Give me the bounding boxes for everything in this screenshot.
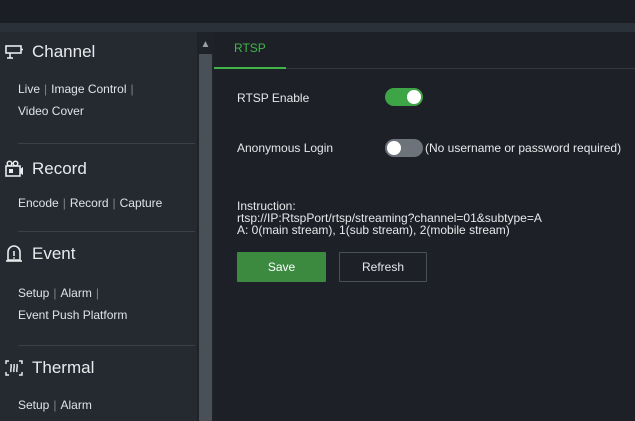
separator: |: [53, 398, 57, 412]
camera-icon: [4, 42, 28, 62]
channel-links: Live | Image Control | Video Cover: [18, 78, 194, 122]
channel-header[interactable]: Channel: [4, 38, 95, 66]
event-header[interactable]: Event: [4, 240, 75, 268]
alarm-icon: [4, 244, 28, 264]
link-setup[interactable]: Setup: [18, 398, 49, 412]
link-live[interactable]: Live: [18, 82, 40, 96]
separator: |: [44, 82, 48, 96]
separator: |: [95, 286, 99, 300]
separator: |: [62, 196, 66, 210]
separator: |: [130, 82, 134, 96]
record-title: Record: [32, 159, 87, 178]
main-panel: RTSP RTSP Enable Anonymous Login (No use…: [214, 32, 635, 421]
anonymous-login-label: Anonymous Login: [237, 141, 334, 155]
divider: [18, 345, 195, 346]
link-video-cover[interactable]: Video Cover: [18, 104, 84, 118]
sidebar: Channel Live | Image Control | Video Cover …: [0, 32, 197, 421]
link-alarm[interactable]: Alarm: [60, 398, 91, 412]
separator: |: [112, 196, 116, 210]
sidebar-scrollbar[interactable]: ▲: [197, 32, 214, 421]
top-strip: [0, 23, 635, 32]
link-setup[interactable]: Setup: [18, 286, 49, 300]
thermal-icon: [4, 358, 28, 378]
anonymous-login-note: (No username or password required): [425, 141, 622, 155]
thermal-links: Setup | Alarm: [18, 394, 194, 416]
link-capture[interactable]: Capture: [120, 196, 163, 210]
divider: [18, 231, 195, 232]
scroll-thumb[interactable]: [199, 54, 212, 421]
top-bar: [0, 0, 635, 23]
instruction-streams: A: 0(main stream), 1(sub stream), 2(mobi…: [237, 223, 510, 237]
link-record[interactable]: Record: [70, 196, 109, 210]
record-links: Encode | Record | Capture: [18, 192, 194, 214]
link-event-push-platform[interactable]: Event Push Platform: [18, 308, 127, 322]
anonymous-login-toggle[interactable]: [385, 139, 423, 157]
record-icon: [4, 159, 28, 179]
refresh-button[interactable]: Refresh: [339, 252, 427, 282]
record-header[interactable]: Record: [4, 155, 87, 183]
tab-rtsp[interactable]: RTSP: [214, 32, 286, 69]
divider: [18, 143, 195, 144]
separator: |: [53, 286, 57, 300]
event-links: Setup | Alarm | Event Push Platform: [18, 282, 194, 326]
tab-bar: RTSP: [214, 32, 635, 69]
thermal-title: Thermal: [32, 358, 95, 377]
rtsp-enable-toggle[interactable]: [385, 88, 423, 106]
link-image-control[interactable]: Image Control: [51, 82, 126, 96]
event-title: Event: [32, 244, 76, 263]
rtsp-enable-label: RTSP Enable: [237, 91, 310, 105]
save-button[interactable]: Save: [237, 252, 326, 282]
toggle-knob: [407, 90, 421, 104]
scroll-up-icon[interactable]: ▲: [197, 38, 214, 52]
link-encode[interactable]: Encode: [18, 196, 59, 210]
instruction-block: Instruction: rtsp://IP:RtspPort/rtsp/str…: [237, 200, 542, 236]
thermal-header[interactable]: Thermal: [4, 354, 94, 382]
channel-title: Channel: [32, 42, 96, 61]
toggle-knob: [387, 141, 401, 155]
link-alarm[interactable]: Alarm: [60, 286, 91, 300]
